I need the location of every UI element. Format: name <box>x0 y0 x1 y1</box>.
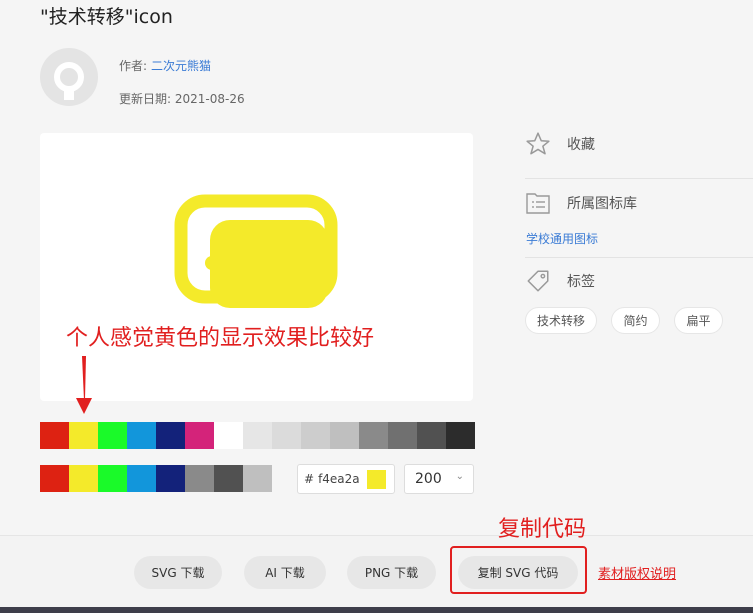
avatar-ring <box>54 62 84 92</box>
tags-section: 标签 <box>525 268 595 294</box>
color-hex-value: f4ea2a <box>318 472 360 486</box>
color-swatch[interactable] <box>69 465 98 492</box>
palette-row-primary <box>40 422 475 449</box>
update-date-row: 更新日期: 2021-08-26 <box>119 90 245 107</box>
color-swatch[interactable] <box>185 465 214 492</box>
color-swatch[interactable] <box>98 465 127 492</box>
library-label: 所属图标库 <box>567 196 637 212</box>
png-download-button[interactable]: PNG 下载 <box>347 556 436 589</box>
color-swatch[interactable] <box>243 422 272 449</box>
icon-preview <box>40 133 473 401</box>
color-swatch[interactable] <box>359 422 388 449</box>
tech-transfer-icon <box>174 194 338 308</box>
chevron-down-icon: ⌄ <box>455 471 464 482</box>
favorite-label: 收藏 <box>567 137 595 153</box>
library-section: 所属图标库 <box>525 191 637 215</box>
avatar[interactable] <box>40 48 98 106</box>
color-swatch[interactable] <box>127 422 156 449</box>
color-swatch[interactable] <box>40 422 69 449</box>
color-swatch[interactable] <box>185 422 214 449</box>
palette-row-recent <box>40 465 272 492</box>
color-hex-input[interactable]: # f4ea2a <box>297 464 395 494</box>
hash-symbol: # <box>304 472 315 486</box>
annotation-arrow-icon <box>76 356 92 414</box>
update-date-label: 更新日期: <box>119 92 172 106</box>
color-swatch[interactable] <box>301 422 330 449</box>
color-swatch[interactable] <box>243 465 272 492</box>
color-swatch[interactable] <box>388 422 417 449</box>
author-row: 作者: 二次元熊猫 <box>119 57 211 74</box>
color-swatch[interactable] <box>417 422 446 449</box>
color-swatch[interactable] <box>98 422 127 449</box>
update-date-value: 2021-08-26 <box>174 92 245 106</box>
divider <box>525 178 753 179</box>
tags-label: 标签 <box>567 274 595 290</box>
tag-icon <box>527 270 549 292</box>
copy-highlight-box <box>450 546 587 594</box>
copy-annotation: 复制代码 <box>498 517 587 542</box>
tag-chip[interactable]: 简约 <box>611 307 660 334</box>
color-swatch[interactable] <box>272 422 301 449</box>
color-swatch[interactable] <box>69 422 98 449</box>
color-swatch[interactable] <box>40 465 69 492</box>
license-link[interactable]: 素材版权说明 <box>598 563 676 582</box>
author-label: 作者: <box>119 59 148 73</box>
color-swatch[interactable] <box>127 465 156 492</box>
color-annotation: 个人感觉黄色的显示效果比较好 <box>66 326 375 351</box>
size-select[interactable]: 200 ⌄ <box>404 464 474 494</box>
star-icon <box>526 132 550 155</box>
favorite-button[interactable]: 收藏 <box>525 131 595 157</box>
svg-download-button[interactable]: SVG 下载 <box>134 556 222 589</box>
divider <box>525 257 753 258</box>
avatar-base <box>64 90 74 100</box>
size-value: 200 <box>415 471 442 487</box>
library-link[interactable]: 学校通用图标 <box>526 230 598 247</box>
color-swatch[interactable] <box>214 422 243 449</box>
folder-list-icon <box>526 193 550 214</box>
tag-chip[interactable]: 扁平 <box>674 307 723 334</box>
color-swatch[interactable] <box>214 465 243 492</box>
color-swatch[interactable] <box>156 422 185 449</box>
color-swatch[interactable] <box>446 422 475 449</box>
color-swatch[interactable] <box>156 465 185 492</box>
author-link[interactable]: 二次元熊猫 <box>151 59 211 73</box>
ai-download-button[interactable]: AI 下载 <box>244 556 326 589</box>
bottom-strip <box>0 607 753 613</box>
color-swatch[interactable] <box>330 422 359 449</box>
tag-chip[interactable]: 技术转移 <box>525 307 597 334</box>
page-title: "技术转移"icon <box>40 6 173 28</box>
color-chip[interactable] <box>367 470 386 489</box>
